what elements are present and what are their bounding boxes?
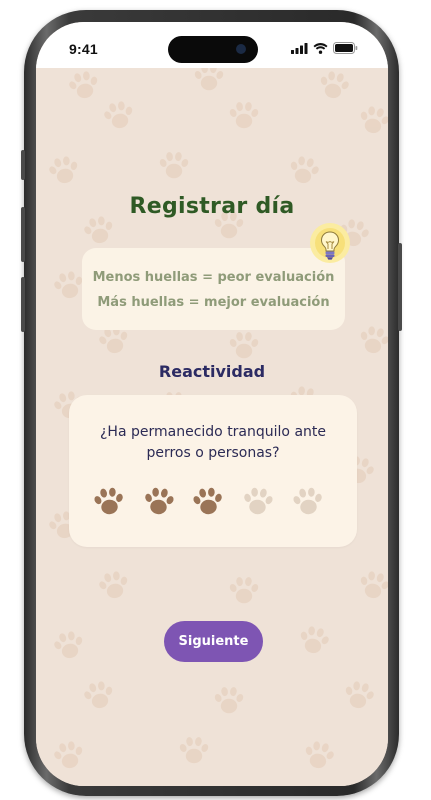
background-paw-icon [360,106,388,134]
rating-paw-3-icon[interactable] [188,482,228,522]
background-paw-icon [69,71,98,99]
background-paw-icon [99,571,128,599]
page-title: Registrar día [129,194,295,219]
background-paw-icon [49,156,78,184]
background-paw-icon [159,152,189,179]
background-paw-icon [360,571,388,599]
background-paw-icon [229,332,259,359]
paw-rating [91,484,337,522]
background-paw-icon [345,681,374,709]
background-paw-icon [320,71,349,99]
section-title: Reactividad [158,362,266,381]
info-card: Menos huellas = peor evaluación Más huel… [82,248,345,330]
signal-icon [291,42,308,54]
dynamic-island [168,36,258,63]
question-card: ¿Ha permanecido tranquilo ante perros o … [69,395,357,547]
lightbulb-icon [308,223,352,267]
background-paw-icon [194,68,224,91]
main-content: Registrar día Menos huellas = peor evalu… [36,68,388,786]
background-paw-icon [229,102,259,129]
status-time: 9:41 [69,41,98,57]
next-button[interactable]: Siguiente [164,621,263,662]
background-paw-icon [305,741,334,769]
info-line-more: Más huellas = mejor evaluación [97,295,330,310]
background-paw-icon [179,737,209,764]
background-paw-icon [300,626,329,654]
wifi-icon [313,42,328,54]
status-icons [291,42,358,54]
volume-up-button [21,207,25,262]
background-paw-icon [360,326,388,354]
info-line-less: Menos huellas = peor evaluación [92,270,335,285]
phone-screen: 9:41 Registrar día Menos huellas = peor … [36,22,388,786]
background-paw-icon [229,577,259,604]
background-paw-icon [104,101,133,129]
rating-paw-1-icon[interactable] [89,482,129,522]
rating-paw-4-icon[interactable] [238,482,278,522]
battery-icon [333,42,358,54]
background-paw-icon [214,687,244,714]
power-button [398,243,402,331]
background-paw-icon [84,681,113,709]
volume-down-button [21,277,25,332]
background-paw-icon [54,631,83,659]
question-text: ¿Ha permanecido tranquilo ante perros o … [100,424,326,461]
background-paw-icon [54,741,83,769]
background-paw-icon [290,156,319,184]
mute-switch [21,150,25,180]
status-bar: 9:41 [36,22,388,68]
rating-paw-2-icon[interactable] [139,482,179,522]
rating-paw-5-icon[interactable] [288,482,328,522]
camera-icon [236,44,246,54]
